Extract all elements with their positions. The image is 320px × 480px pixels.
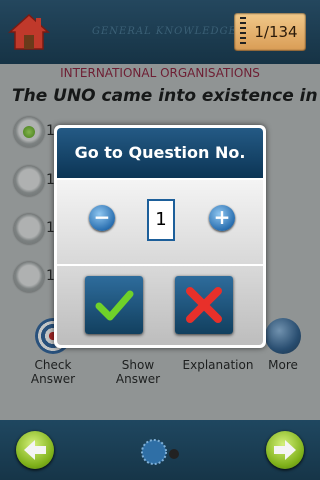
- increment-button[interactable]: +: [209, 205, 235, 231]
- dialog-body: − 1 +: [57, 180, 263, 264]
- bottom-nav-bar: [0, 420, 320, 480]
- minus-icon: −: [93, 205, 111, 229]
- dialog-actions: [57, 266, 263, 345]
- next-button[interactable]: [266, 431, 304, 469]
- question-counter: 1/134: [234, 13, 306, 51]
- counter-text: 1/134: [254, 23, 298, 41]
- x-icon: [186, 287, 222, 323]
- dialog-title: Go to Question No.: [57, 128, 263, 178]
- check-icon: [95, 290, 134, 321]
- question-number-input[interactable]: 1: [147, 199, 175, 241]
- home-button[interactable]: [8, 12, 50, 52]
- notebook-rings: [240, 17, 246, 47]
- plus-icon: +: [213, 205, 231, 229]
- saw-icon: [136, 434, 186, 466]
- decrement-button[interactable]: −: [89, 205, 115, 231]
- home-icon: [8, 13, 50, 50]
- arrow-right-icon: [274, 440, 296, 460]
- goto-question-dialog: Go to Question No. − 1 +: [54, 125, 266, 348]
- arrow-left-icon: [24, 440, 46, 460]
- confirm-button[interactable]: [85, 276, 143, 334]
- cancel-button[interactable]: [175, 276, 233, 334]
- previous-button[interactable]: [16, 431, 54, 469]
- app-header: General Knowledge 1/134: [0, 0, 320, 64]
- app-title: General Knowledge: [92, 26, 237, 37]
